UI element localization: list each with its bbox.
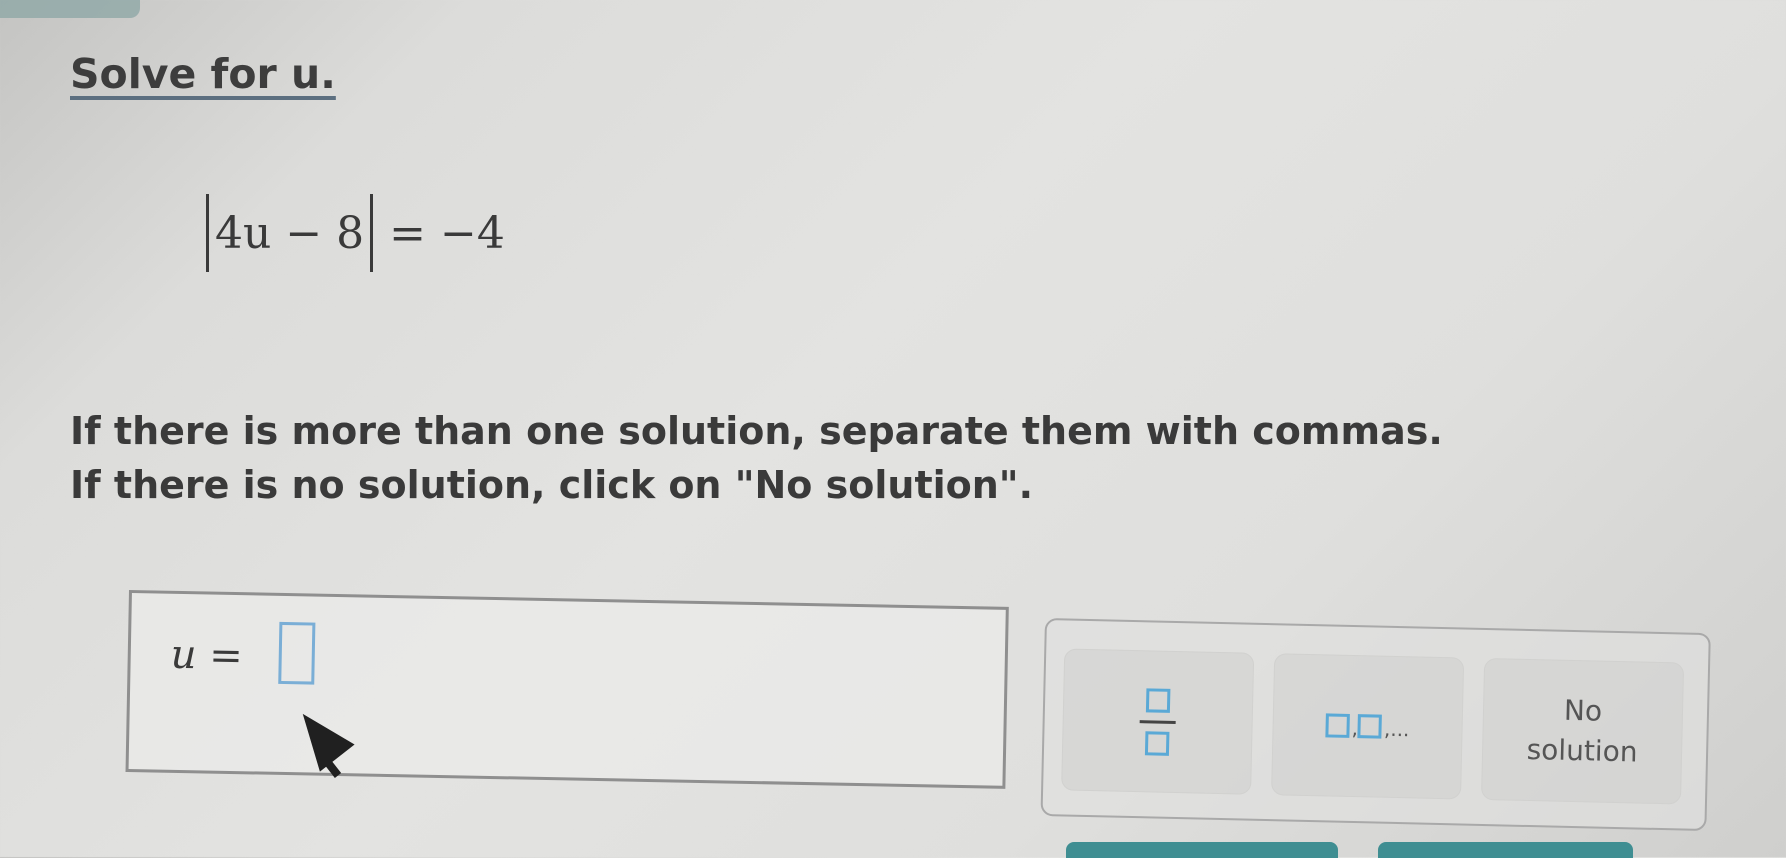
problem-prompt: Solve for u. (70, 50, 336, 98)
fraction-bar (1139, 719, 1176, 724)
instructions-line-2: If there is no solution, click on "No so… (70, 463, 1034, 507)
abs-left-bar (206, 194, 209, 272)
fraction-numerator-box (1145, 687, 1171, 713)
fraction-denominator-box (1144, 730, 1170, 756)
list-button[interactable]: , ,... (1271, 653, 1465, 800)
solve-for-text: Solve for u. (70, 50, 336, 98)
equation-rhs: = −4 (389, 207, 505, 259)
list-template-icon: , ,... (1325, 713, 1410, 742)
instructions-line-1: If there is more than one solution, sepa… (70, 409, 1443, 453)
answer-box: u = (125, 590, 1009, 789)
answer-label: u = (170, 631, 244, 680)
equation: 4u − 8 = −4 (200, 190, 505, 276)
no-solution-button[interactable]: No solution (1480, 657, 1685, 805)
fraction-button[interactable] (1061, 648, 1255, 795)
top-tab (0, 0, 140, 18)
abs-inside: 4u − 8 (215, 207, 365, 259)
math-keypad: , ,... No solution (1040, 618, 1711, 832)
list-box-2 (1357, 714, 1383, 739)
no-solution-line-2: solution (1526, 732, 1638, 769)
no-solution-line-1: No (1563, 693, 1603, 728)
fraction-template-icon (1139, 687, 1177, 756)
instructions: If there is more than one solution, sepa… (70, 404, 1443, 512)
no-solution-label: No solution (1526, 690, 1639, 772)
bottom-button-left[interactable] (1066, 842, 1338, 858)
answer-input[interactable] (278, 621, 316, 685)
list-ellipsis: ,... (1383, 716, 1410, 742)
list-box-1 (1325, 713, 1350, 738)
abs-right-bar (370, 194, 374, 272)
bottom-button-right[interactable] (1378, 842, 1633, 858)
